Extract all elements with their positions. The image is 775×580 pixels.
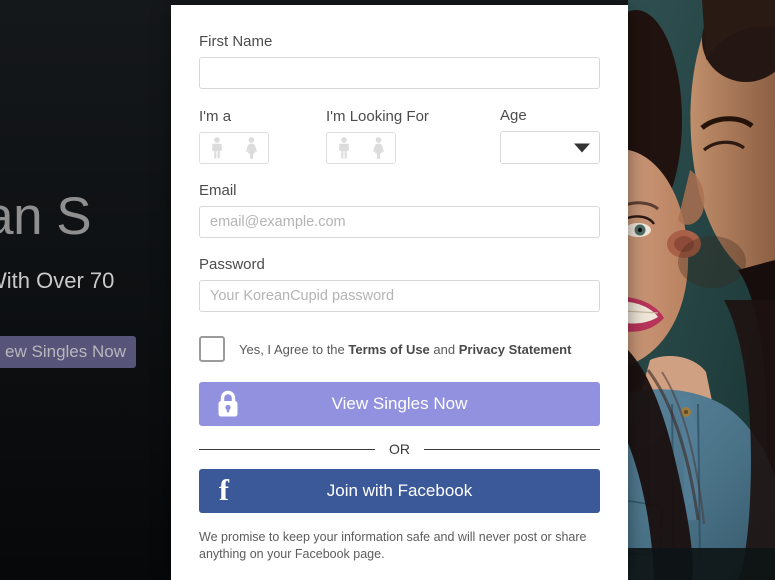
im-a-selector[interactable] bbox=[199, 132, 269, 164]
password-input[interactable] bbox=[199, 280, 600, 312]
age-group: Age bbox=[500, 107, 600, 164]
password-field-group: Password bbox=[199, 256, 600, 312]
page-root: rean S Site With Over 70 ew Singles Now bbox=[0, 0, 775, 580]
im-a-female-option[interactable] bbox=[234, 133, 268, 163]
divider-line-right bbox=[424, 448, 600, 450]
hero-view-singles-button[interactable]: ew Singles Now bbox=[0, 336, 136, 368]
female-icon bbox=[371, 137, 386, 159]
male-icon bbox=[337, 137, 351, 159]
gender-age-row: I'm a I'm Looking For Age bbox=[199, 107, 600, 164]
female-icon bbox=[244, 137, 259, 159]
or-divider: OR bbox=[199, 441, 600, 457]
signup-modal: First Name I'm a I'm Looking For Age Ema… bbox=[171, 5, 628, 580]
im-looking-for-selector[interactable] bbox=[326, 132, 396, 164]
password-label: Password bbox=[199, 256, 265, 273]
email-label: Email bbox=[199, 182, 237, 199]
looking-for-male-option[interactable] bbox=[327, 133, 361, 163]
chevron-down-icon bbox=[574, 143, 590, 152]
join-with-facebook-label: Join with Facebook bbox=[326, 481, 473, 500]
agree-checkbox[interactable] bbox=[199, 336, 225, 362]
hero-title: rean S bbox=[0, 187, 92, 246]
or-label: OR bbox=[389, 441, 410, 457]
male-icon bbox=[210, 137, 224, 159]
divider-line-left bbox=[199, 448, 375, 450]
first-name-field-group: First Name bbox=[199, 33, 600, 89]
agree-row: Yes, I Agree to the Terms of Use and Pri… bbox=[199, 336, 600, 362]
looking-for-female-option[interactable] bbox=[361, 133, 395, 163]
facebook-icon: f bbox=[219, 474, 229, 507]
view-singles-now-label: View Singles Now bbox=[331, 394, 468, 413]
im-a-male-option[interactable] bbox=[200, 133, 234, 163]
age-select[interactable] bbox=[500, 131, 600, 164]
first-name-input[interactable] bbox=[199, 57, 600, 89]
im-a-group: I'm a bbox=[199, 108, 326, 164]
lock-icon bbox=[216, 390, 240, 419]
view-singles-now-button[interactable]: View Singles Now bbox=[199, 382, 600, 426]
privacy-statement-link[interactable]: Privacy Statement bbox=[459, 342, 572, 357]
privacy-promise-text: We promise to keep your information safe… bbox=[199, 530, 587, 561]
couple-photo bbox=[628, 0, 775, 580]
email-input[interactable] bbox=[199, 206, 600, 238]
email-field-group: Email bbox=[199, 182, 600, 238]
im-a-label: I'm a bbox=[199, 108, 232, 125]
agree-text: Yes, I Agree to the Terms of Use and Pri… bbox=[239, 342, 571, 357]
hero-subtitle: Site With Over 70 bbox=[0, 268, 115, 293]
join-with-facebook-button[interactable]: f Join with Facebook bbox=[199, 469, 600, 513]
im-looking-for-label: I'm Looking For bbox=[326, 108, 429, 125]
agree-prefix: Yes, I Agree to the bbox=[239, 341, 349, 357]
agree-middle: and bbox=[429, 341, 459, 357]
terms-of-use-link[interactable]: Terms of Use bbox=[348, 342, 429, 357]
im-looking-for-group: I'm Looking For bbox=[326, 108, 500, 164]
age-label: Age bbox=[500, 107, 527, 124]
first-name-label: First Name bbox=[199, 33, 273, 50]
